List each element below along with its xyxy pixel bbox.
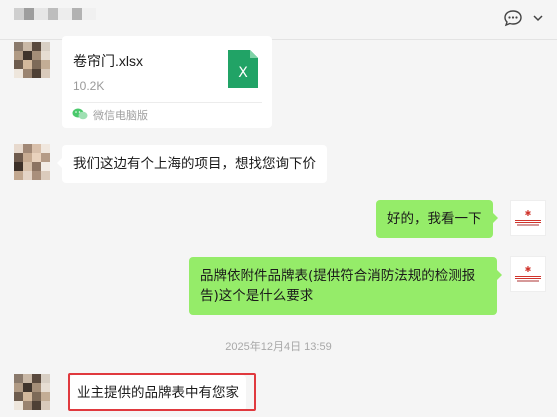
outgoing-message: 好的，我看一下 (376, 200, 497, 238)
message-text: 我们这边有个上海的项目，想找您询下价 (73, 156, 316, 172)
divider (72, 102, 262, 103)
file-source: 微信电脑版 (72, 107, 148, 123)
message-text: 好的，我看一下 (387, 211, 482, 227)
file-message-card[interactable]: 卷帘门.xlsx 10.2K X 微信电脑版 (62, 36, 272, 128)
self-avatar[interactable]: ✱ (510, 256, 546, 292)
contact-avatar[interactable] (14, 144, 50, 180)
message-text: 品牌依附件品牌表(提供符合消防法规的检测报告)这个是什么要求 (200, 268, 476, 304)
file-source-label: 微信电脑版 (93, 109, 148, 122)
excel-file-icon: X (228, 50, 258, 88)
self-avatar[interactable]: ✱ (510, 200, 546, 236)
svg-text:X: X (238, 65, 248, 81)
file-name: 卷帘门.xlsx (73, 53, 143, 69)
chat-header (0, 0, 557, 40)
contact-avatar[interactable] (14, 374, 50, 410)
chevron-down-icon[interactable] (533, 14, 543, 22)
incoming-message: 业主提供的品牌表中有您家 (70, 375, 246, 411)
wechat-icon (72, 108, 88, 123)
contact-avatar[interactable] (14, 42, 50, 78)
timestamp: 2025年12月4日 13:59 (225, 341, 332, 353)
chat-bubble-icon[interactable] (503, 9, 523, 27)
message-text: 业主提供的品牌表中有您家 (77, 385, 239, 401)
contact-name-pixelated (14, 8, 106, 24)
incoming-message: 我们这边有个上海的项目，想找您询下价 (57, 145, 327, 183)
file-size: 10.2K (73, 79, 105, 93)
outgoing-message: 品牌依附件品牌表(提供符合消防法规的检测报告)这个是什么要求 (189, 257, 502, 315)
